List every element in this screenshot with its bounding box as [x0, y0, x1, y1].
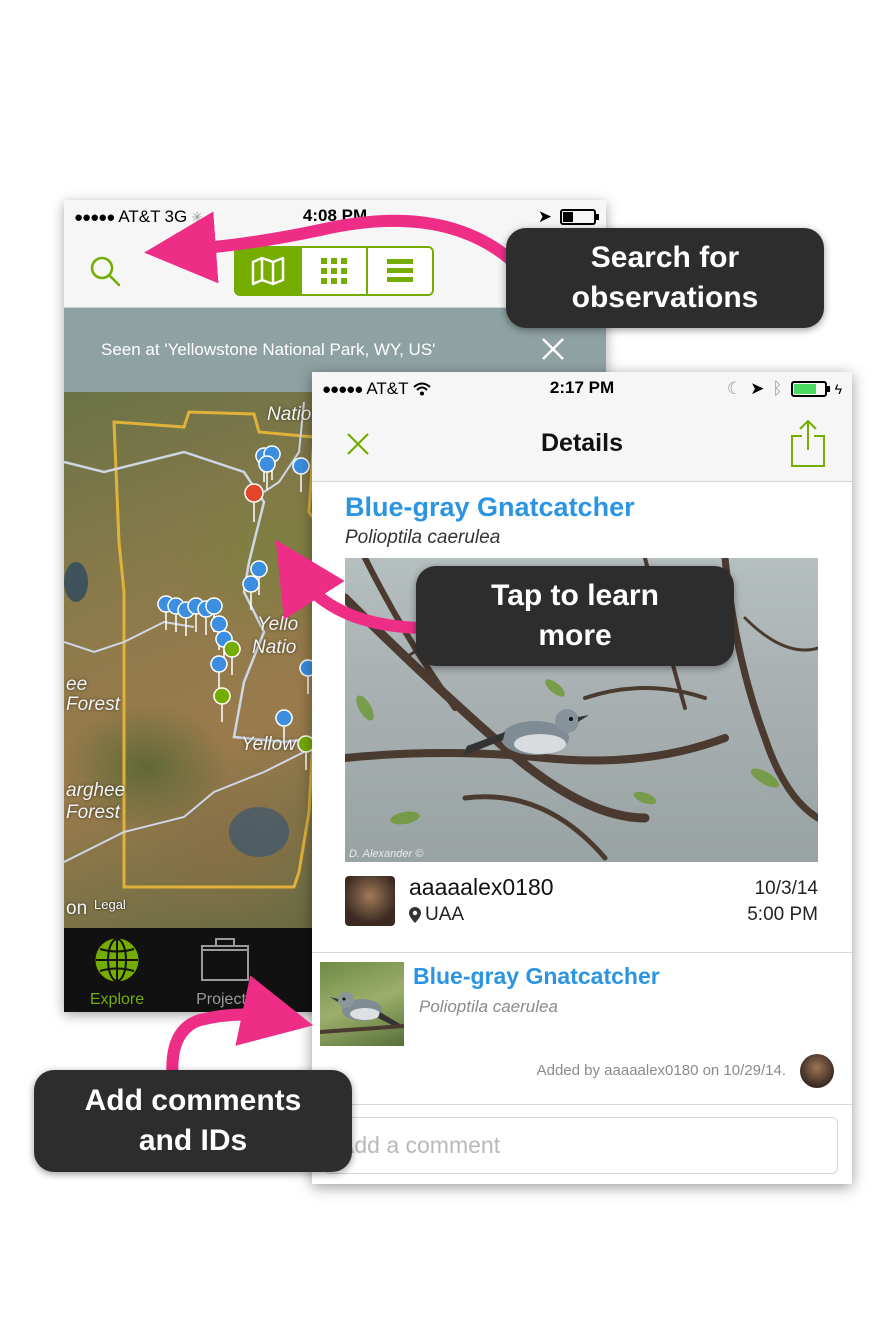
pin-blue	[292, 457, 310, 493]
lake	[64, 562, 88, 602]
tab-projects[interactable]: Projects	[175, 936, 275, 1009]
tab-explore-label: Explore	[89, 991, 145, 1008]
map-label: Yello	[257, 614, 299, 635]
pin-green	[213, 687, 231, 723]
details-nav-bar: Details	[312, 404, 852, 482]
observation-time: 5:00 PM	[747, 904, 818, 925]
callout-comments-line2: and IDs	[138, 1124, 248, 1157]
location-pin-icon	[409, 907, 421, 923]
tab-projects-label: Projects	[196, 991, 254, 1008]
callout-learn: Tap to learn more	[416, 566, 734, 666]
map-label: Natio	[267, 404, 312, 425]
map-label: on	[66, 898, 88, 919]
moon-icon: ☾	[726, 379, 743, 398]
status-bar: ●●●●● AT&T 2:17 PM ☾ ➤ ᛒ ϟ	[312, 372, 852, 404]
tab-explore[interactable]: Explore	[67, 936, 167, 1009]
bird-thumbnail-illustration	[320, 992, 404, 1034]
globe-icon	[95, 938, 139, 982]
identification-thumbnail	[320, 962, 404, 1046]
observer-row[interactable]: aaaaalex0180 UAA 10/3/14 5:00 PM	[345, 874, 818, 926]
callout-learn-line1: Tap to learn	[491, 579, 659, 612]
list-icon	[387, 259, 413, 282]
photo-credit: D. Alexander ©	[349, 848, 424, 860]
map-label: ee	[66, 674, 88, 695]
search-icon[interactable]	[88, 254, 122, 288]
comment-field[interactable]	[324, 1117, 838, 1174]
callout-comments-line1: Add comments	[84, 1084, 302, 1117]
species-common-name[interactable]: Blue-gray Gnatcatcher	[345, 492, 635, 523]
grid-icon	[321, 258, 347, 284]
species-scientific-name: Polioptila caerulea	[345, 527, 501, 548]
briefcase-icon	[201, 938, 249, 981]
divider	[312, 1104, 852, 1105]
road	[64, 620, 195, 654]
nav-title: Details	[541, 429, 623, 457]
map-label: Forest	[66, 694, 120, 715]
comment-input[interactable]	[325, 1118, 837, 1173]
callout-search-line2: observations	[571, 281, 759, 314]
place-name: UAA	[425, 904, 465, 925]
observation-place: UAA	[409, 904, 464, 926]
callout-search: Search for observations	[506, 228, 824, 328]
observation-date: 10/3/14	[754, 878, 818, 899]
location-arrow-icon: ➤	[537, 207, 552, 226]
battery-icon	[560, 209, 599, 225]
map-icon	[251, 256, 285, 286]
grid-view-button[interactable]	[302, 248, 368, 294]
identification-card[interactable]: Blue-gray Gnatcatcher Polioptila caerule…	[312, 953, 852, 1103]
observer-username[interactable]: aaaaalex0180	[409, 874, 554, 901]
identification-common-name[interactable]: Blue-gray Gnatcatcher	[413, 963, 660, 990]
callout-search-line1: Search for	[590, 241, 740, 274]
map-label: arghee	[66, 780, 126, 801]
map-label: Natio	[252, 637, 297, 658]
avatar[interactable]	[345, 876, 395, 926]
identifier-avatar[interactable]	[800, 1054, 834, 1088]
pin-green	[223, 640, 241, 676]
identification-added-by: Added by aaaaalex0180 on 10/29/14.	[536, 1062, 786, 1079]
location-arrow-icon: ➤	[750, 379, 765, 398]
callout-learn-line2: more	[538, 619, 612, 652]
status-time: 4:08 PM	[302, 206, 368, 225]
list-view-button[interactable]	[368, 248, 432, 294]
filter-banner-text: Seen at 'Yellowstone National Park, WY, …	[101, 340, 436, 359]
close-filter-icon[interactable]	[540, 336, 566, 362]
identification-scientific-name: Polioptila caerulea	[419, 997, 558, 1016]
map-label: Yellow	[241, 734, 296, 755]
map-view-button[interactable]	[236, 248, 302, 294]
pin-blue	[210, 655, 228, 691]
battery-icon	[790, 381, 830, 397]
charging-icon: ϟ	[834, 381, 842, 397]
details-screen: ●●●●● AT&T 2:17 PM ☾ ➤ ᛒ ϟ Details Blue-…	[312, 372, 852, 1184]
bluetooth-icon: ᛒ	[772, 379, 783, 398]
share-icon[interactable]	[790, 418, 826, 468]
callout-comments: Add comments and IDs	[34, 1070, 352, 1172]
map-legal-link[interactable]: Legal	[94, 897, 126, 912]
map-label: Forest	[66, 802, 120, 823]
view-mode-segmented-control	[234, 246, 434, 296]
lake	[229, 807, 289, 857]
